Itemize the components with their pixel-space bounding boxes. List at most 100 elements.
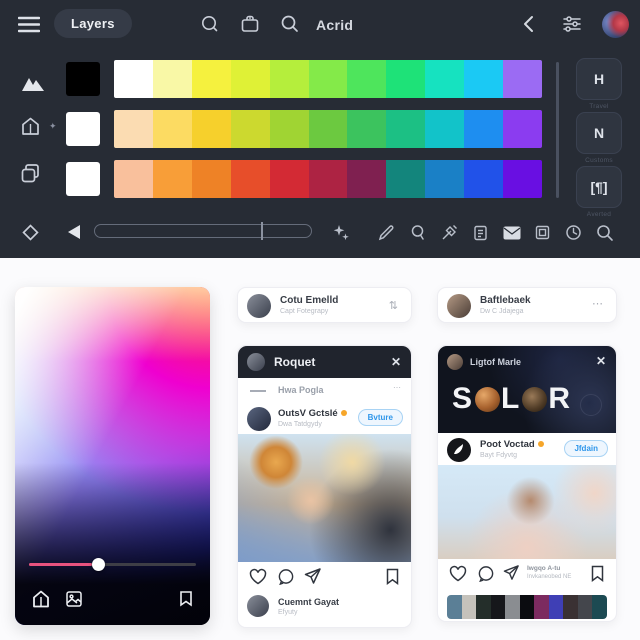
lead-swatch-white-2[interactable] [66,162,100,196]
color-swatch[interactable] [447,595,462,619]
pen-icon[interactable] [441,224,458,241]
drag-handle[interactable] [250,390,266,392]
color-swatch[interactable] [476,595,491,619]
more-menu-icon[interactable]: ⋯ [393,383,401,392]
diamond-icon[interactable] [21,223,40,242]
timeline-slider[interactable] [94,222,312,240]
chevron-left-icon[interactable] [520,15,538,33]
clipboard-icon[interactable] [472,224,489,241]
color-swatch[interactable] [308,60,348,98]
color-swatch[interactable] [464,60,504,98]
copy-icon[interactable] [20,163,41,184]
color-swatch[interactable] [152,110,192,148]
layers-button[interactable]: Layers [54,9,132,38]
sidebar-button-1[interactable]: H [576,58,622,100]
color-swatch[interactable] [548,595,564,619]
clock-icon[interactable] [565,224,582,241]
color-swatch[interactable] [191,110,231,148]
mail-icon[interactable] [503,226,521,240]
follow-button[interactable]: Bvture [357,409,403,426]
color-swatch[interactable] [347,110,387,148]
color-swatch[interactable] [425,60,465,98]
color-picker-panel[interactable] [15,287,210,625]
color-swatch[interactable] [152,60,192,98]
color-swatch[interactable] [114,110,153,148]
hamburger-icon[interactable] [18,16,40,33]
color-swatch[interactable] [269,110,309,148]
search-circle-icon[interactable] [200,14,220,34]
lead-swatch-black[interactable] [66,62,100,96]
color-swatch[interactable] [191,160,231,198]
search-icon[interactable] [280,14,300,34]
extracted-palette-strip[interactable] [447,595,607,619]
play-left-icon[interactable] [66,224,82,240]
sidebar-button-3[interactable]: [¶] [576,166,622,208]
pencil-icon[interactable] [378,224,395,241]
bookmark-icon[interactable] [385,568,400,585]
close-icon[interactable]: ✕ [391,355,401,369]
color-swatch[interactable] [505,595,520,619]
tune-icon[interactable] [562,14,582,34]
color-swatch[interactable] [503,160,542,198]
color-swatch[interactable] [592,595,607,619]
bookmark-icon[interactable] [590,565,605,582]
color-swatch[interactable] [347,160,387,198]
color-swatch[interactable] [230,60,270,98]
user-avatar[interactable] [602,11,629,38]
frame-icon[interactable] [534,224,551,241]
contact-card-right[interactable]: Baftlebaek Dw C Jdajega ⋯ [437,287,617,323]
more-menu-icon[interactable]: ⋯ [592,297,604,310]
search-small-icon[interactable] [410,224,427,241]
bookmark-icon[interactable] [178,590,194,607]
color-swatch[interactable] [461,595,477,619]
color-swatch[interactable] [230,160,270,198]
color-swatch[interactable] [503,110,542,148]
sync-icon[interactable]: ⇅ [389,299,399,312]
color-swatch[interactable] [563,595,578,619]
color-swatch[interactable] [577,595,593,619]
color-swatch[interactable] [347,60,387,98]
color-swatch[interactable] [191,60,231,98]
color-swatch[interactable] [269,160,309,198]
home-icon[interactable] [31,589,51,609]
color-swatch[interactable] [114,160,153,198]
color-swatch[interactable] [269,60,309,98]
color-swatch[interactable] [386,160,426,198]
lead-swatch-white-1[interactable] [66,112,100,146]
sidebar-button-2[interactable]: N [576,112,622,154]
hue-slider[interactable] [29,558,196,571]
share-icon[interactable] [503,565,520,581]
comment-icon[interactable] [477,565,495,582]
color-swatch[interactable] [519,595,535,619]
briefcase-icon[interactable] [240,14,260,34]
color-swatch[interactable] [425,160,465,198]
color-swatch[interactable] [152,160,192,198]
color-swatch[interactable] [534,595,549,619]
color-swatch[interactable] [114,60,153,98]
like-icon[interactable] [449,565,467,582]
search-icon-2[interactable] [596,224,614,242]
post-photo[interactable] [438,465,616,559]
close-icon[interactable]: ✕ [596,354,606,368]
color-swatch[interactable] [386,60,426,98]
comment-icon[interactable] [277,568,295,585]
color-swatch[interactable] [386,110,426,148]
color-swatch[interactable] [490,595,506,619]
share-icon[interactable] [304,568,322,585]
color-swatch[interactable] [464,110,504,148]
color-gradient-field[interactable] [15,287,210,625]
color-swatch[interactable] [308,160,348,198]
stars-settings-icon[interactable] [332,224,350,242]
color-swatch[interactable] [503,60,542,98]
home-icon[interactable] [20,116,41,137]
post-photo[interactable] [238,434,411,562]
color-swatch[interactable] [308,110,348,148]
mountains-icon[interactable] [20,74,46,93]
like-icon[interactable] [249,568,267,585]
color-swatch[interactable] [425,110,465,148]
vertical-scrollbar[interactable] [556,62,559,198]
color-swatch[interactable] [230,110,270,148]
contact-card-left[interactable]: Cotu Emelld Capt Fotegrapy ⇅ [237,287,412,323]
slider-handle[interactable] [261,222,263,240]
color-swatch[interactable] [464,160,504,198]
